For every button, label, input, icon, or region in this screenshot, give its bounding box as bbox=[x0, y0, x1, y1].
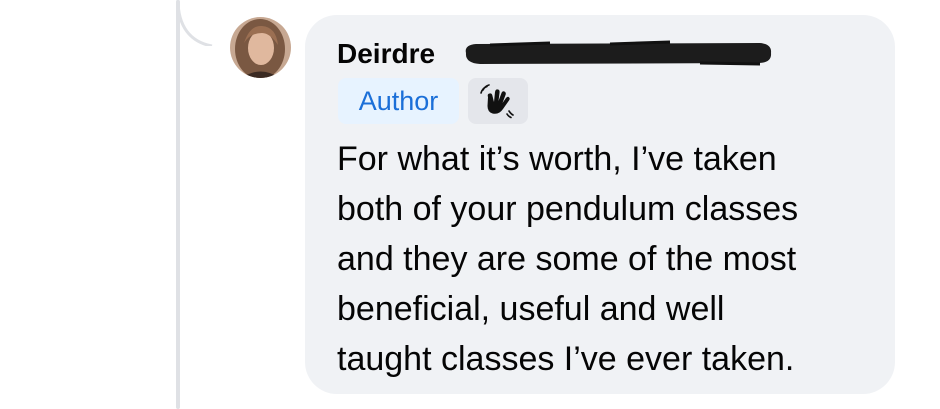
comment-text-line: both of your pendulum classes bbox=[337, 190, 799, 228]
reply-thread-line bbox=[176, 0, 180, 409]
avatar[interactable] bbox=[230, 17, 291, 78]
avatar-photo bbox=[230, 17, 291, 78]
author-badge: Author bbox=[338, 78, 459, 124]
comment-author-name[interactable]: Deirdre bbox=[337, 38, 435, 70]
redaction-mark bbox=[465, 40, 772, 66]
waving-hand-icon bbox=[468, 78, 528, 124]
comment-text-line: beneficial, useful and well bbox=[337, 290, 725, 328]
comment-text-line: and they are some of the most bbox=[337, 240, 797, 278]
comment-text-line: For what it’s worth, I’ve taken bbox=[337, 140, 777, 178]
reply-connector-curve bbox=[176, 0, 213, 46]
comment-text-line: taught classes I’ve ever taken. bbox=[337, 340, 795, 378]
comment-text: For what it’s worth, I’ve taken both of … bbox=[337, 134, 877, 384]
